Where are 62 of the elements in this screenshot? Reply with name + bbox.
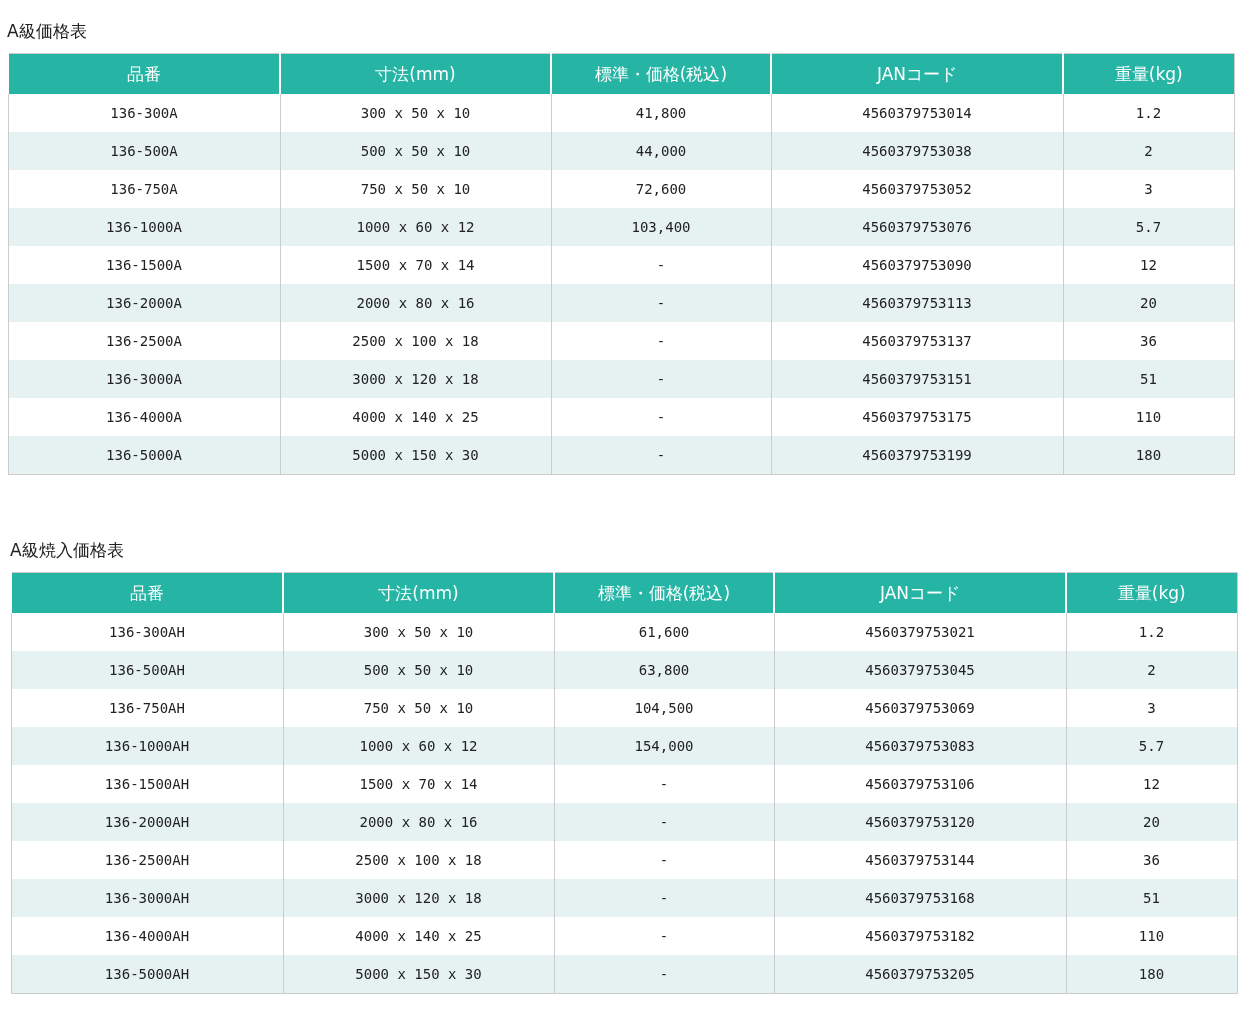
table-cell: 20 — [1066, 803, 1237, 841]
table-cell: 180 — [1066, 955, 1237, 994]
table-cell: 136-2000AH — [11, 803, 283, 841]
table-cell: 500 x 50 x 10 — [280, 132, 551, 170]
column-header: 品番 — [11, 572, 283, 613]
table-cell: 4560379753199 — [771, 436, 1063, 475]
table-cell: 4560379753113 — [771, 284, 1063, 322]
table-cell: 136-500A — [8, 132, 280, 170]
table-cell: 2000 x 80 x 16 — [280, 284, 551, 322]
table-cell: 500 x 50 x 10 — [283, 651, 554, 689]
table-cell: - — [554, 803, 774, 841]
column-header: JANコード — [774, 572, 1066, 613]
table-cell: - — [554, 955, 774, 994]
table-cell: 136-1000A — [8, 208, 280, 246]
table-cell: 136-2000A — [8, 284, 280, 322]
table-cell: 2 — [1063, 132, 1234, 170]
column-header: JANコード — [771, 53, 1063, 94]
table-cell: 4560379753038 — [771, 132, 1063, 170]
table-cell: 20 — [1063, 284, 1234, 322]
column-header: 標準・価格(税込) — [554, 572, 774, 613]
table-cell: 5.7 — [1066, 727, 1237, 765]
column-header: 品番 — [8, 53, 280, 94]
table-cell: 2 — [1066, 651, 1237, 689]
table-cell: - — [551, 436, 771, 475]
table-cell: 3000 x 120 x 18 — [283, 879, 554, 917]
table-cell: 136-500AH — [11, 651, 283, 689]
table-cell: 1000 x 60 x 12 — [280, 208, 551, 246]
table-cell: - — [554, 879, 774, 917]
table-cell: 136-5000A — [8, 436, 280, 475]
table-cell: 63,800 — [554, 651, 774, 689]
column-header: 重量(kg) — [1063, 53, 1234, 94]
table-cell: 136-3000AH — [11, 879, 283, 917]
table-cell: 4560379753168 — [774, 879, 1066, 917]
table-cell: 180 — [1063, 436, 1234, 475]
table-cell: 4560379753205 — [774, 955, 1066, 994]
table-cell: 1000 x 60 x 12 — [283, 727, 554, 765]
table-cell: 44,000 — [551, 132, 771, 170]
table-cell: - — [551, 360, 771, 398]
table-cell: 4560379753076 — [771, 208, 1063, 246]
table-cell: 4560379753045 — [774, 651, 1066, 689]
column-header: 寸法(mm) — [283, 572, 554, 613]
table-cell: 103,400 — [551, 208, 771, 246]
table-cell: 5000 x 150 x 30 — [280, 436, 551, 475]
table-cell: 3000 x 120 x 18 — [280, 360, 551, 398]
column-header: 重量(kg) — [1066, 572, 1237, 613]
table-cell: - — [551, 284, 771, 322]
table-cell: 136-5000AH — [11, 955, 283, 994]
column-header: 標準・価格(税込) — [551, 53, 771, 94]
table-cell: 136-1000AH — [11, 727, 283, 765]
table-cell: 51 — [1063, 360, 1234, 398]
table-title: A級焼入価格表 — [10, 539, 124, 562]
table-cell: 154,000 — [554, 727, 774, 765]
table-cell: 4560379753120 — [774, 803, 1066, 841]
table-cell: 2000 x 80 x 16 — [283, 803, 554, 841]
table-cell: 4560379753083 — [774, 727, 1066, 765]
table-title: A級価格表 — [7, 20, 87, 43]
column-header: 寸法(mm) — [280, 53, 551, 94]
table-cell: 136-3000A — [8, 360, 280, 398]
table-cell: 5.7 — [1063, 208, 1234, 246]
table-cell: 4560379753151 — [771, 360, 1063, 398]
table-cell: 51 — [1066, 879, 1237, 917]
table-cell: 5000 x 150 x 30 — [283, 955, 554, 994]
